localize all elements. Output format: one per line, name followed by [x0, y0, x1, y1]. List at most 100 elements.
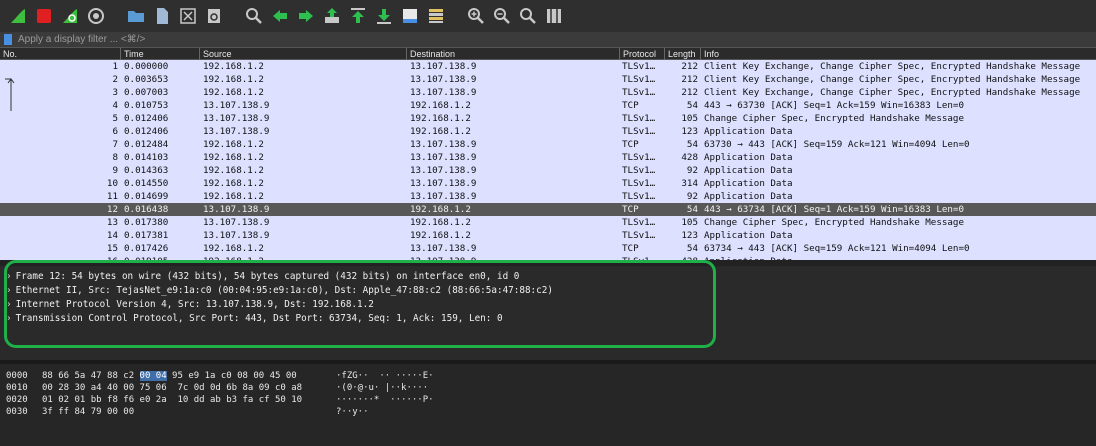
detail-tree-label: Frame 12: 54 bytes on wire (432 bits), 5…	[15, 271, 520, 282]
packet-destination: 13.107.138.9	[410, 152, 477, 163]
display-filter-input[interactable]	[18, 32, 1096, 47]
go-back-button[interactable]	[270, 6, 290, 26]
autoscroll-icon	[403, 9, 417, 23]
zoom-in-icon	[468, 8, 484, 24]
packet-row[interactable]: 4 0.010753 13.107.138.9 192.168.1.2 TCP 54 443…	[0, 99, 1096, 112]
packet-row[interactable]: 9 0.014363 192.168.1.2 13.107.138.9 TLSv1… 92…	[0, 164, 1096, 177]
packet-length: 54	[686, 204, 698, 215]
packet-length: 123	[681, 126, 698, 137]
packet-source: 192.168.1.2	[203, 165, 264, 176]
packet-source: 192.168.1.2	[203, 191, 264, 202]
packet-row[interactable]: 3 0.007003 192.168.1.2 13.107.138.9 TLSv1… 21…	[0, 86, 1096, 99]
packet-row[interactable]: 5 0.012406 13.107.138.9 192.168.1.2 TLSv1… 10…	[0, 112, 1096, 125]
packet-row[interactable]: 8 0.014103 192.168.1.2 13.107.138.9 TLSv1… 42…	[0, 151, 1096, 164]
packet-list: No. Time Source Destination Protocol Len…	[0, 48, 1096, 260]
zoom-normal-button[interactable]	[518, 6, 538, 26]
column-header-info[interactable]: Info	[700, 48, 719, 60]
packet-info: 63734 → 443 [ACK] Seq=159 Ack=121 Win=40…	[704, 243, 970, 254]
column-header-time[interactable]: Time	[120, 48, 144, 60]
packet-row[interactable]: 2 0.003653 192.168.1.2 13.107.138.9 TLSv1… 21…	[0, 73, 1096, 86]
last-packet-button[interactable]	[374, 6, 394, 26]
packet-row[interactable]: 1 0.000000 192.168.1.2 13.107.138.9 TLSv1… 21…	[0, 60, 1096, 73]
packet-info: Application Data	[704, 126, 793, 137]
packet-time: 0.016438	[124, 204, 169, 215]
packet-time: 0.017381	[124, 230, 169, 241]
hex-bytes: 00 28 30 a4 40 00 75 06 7c 0d 0d 6b 8a 0…	[42, 382, 302, 394]
packet-destination: 192.168.1.2	[410, 113, 471, 124]
related-packets-icon	[5, 78, 15, 111]
packet-source: 192.168.1.2	[203, 87, 264, 98]
file-icon	[157, 8, 168, 24]
packet-length: 428	[681, 152, 698, 163]
column-header-length[interactable]: Length	[664, 48, 696, 60]
stop-capture-button[interactable]	[34, 6, 54, 26]
detail-tree-item[interactable]: › Internet Protocol Version 4, Src: 13.10…	[6, 298, 374, 312]
zoom-in-button[interactable]	[466, 6, 486, 26]
detail-tree-item[interactable]: › Ethernet II, Src: TejasNet_e9:1a:c0 (00…	[6, 284, 553, 298]
column-header-source[interactable]: Source	[199, 48, 232, 60]
packet-time: 0.014103	[124, 152, 169, 163]
colorize-icon	[429, 9, 443, 23]
detail-tree-item[interactable]: › Transmission Control Protocol, Src Port…	[6, 312, 503, 326]
packet-row[interactable]: 10 0.014550 192.168.1.2 13.107.138.9 TLSv1… 3…	[0, 177, 1096, 190]
autoscroll-button[interactable]	[400, 6, 420, 26]
start-capture-button[interactable]	[8, 6, 28, 26]
packet-number: 5	[112, 113, 118, 124]
hex-bytes-text: 01 02 01 bb f8 f6 e0 2a 10 dd ab b3 fa c…	[42, 395, 303, 405]
expand-arrow-icon[interactable]: ›	[6, 285, 12, 296]
packet-number: 9	[112, 165, 118, 176]
packet-row[interactable]: 11 0.014699 192.168.1.2 13.107.138.9 TLSv1… 9…	[0, 190, 1096, 203]
hex-dump-row[interactable]: 0000 88 66 5a 47 88 c2 00 04 95 e9 1a c0 …	[6, 370, 506, 382]
reload-file-button[interactable]	[204, 6, 224, 26]
packet-row[interactable]: 7 0.012484 192.168.1.2 13.107.138.9 TCP 54 637…	[0, 138, 1096, 151]
packet-time: 0.012406	[124, 113, 169, 124]
wireshark-window: No. Time Source Destination Protocol Len…	[0, 0, 1096, 446]
stop-square-icon	[37, 9, 51, 23]
resize-columns-button[interactable]	[544, 6, 564, 26]
packet-number: 4	[112, 100, 118, 111]
save-file-button[interactable]	[152, 6, 172, 26]
detail-tree-item[interactable]: › Frame 12: 54 bytes on wire (432 bits), …	[6, 270, 519, 284]
colorize-button[interactable]	[426, 6, 446, 26]
first-packet-button[interactable]	[348, 6, 368, 26]
packet-row[interactable]: 6 0.012406 13.107.138.9 192.168.1.2 TLSv1… 12…	[0, 125, 1096, 138]
expand-arrow-icon[interactable]: ›	[6, 299, 12, 310]
zoom-out-button[interactable]	[492, 6, 512, 26]
packet-protocol: TLSv1…	[622, 74, 656, 85]
restart-capture-button[interactable]	[60, 6, 80, 26]
packet-destination: 13.107.138.9	[410, 191, 477, 202]
detail-tree-label: Internet Protocol Version 4, Src: 13.107…	[15, 299, 374, 310]
hex-dump-row[interactable]: 0030 3f ff 84 79 00 00 ?··y··	[6, 406, 506, 418]
column-header-destination[interactable]: Destination	[406, 48, 455, 60]
bookmark-icon[interactable]	[4, 34, 12, 45]
column-header-protocol[interactable]: Protocol	[619, 48, 656, 60]
close-file-button[interactable]	[178, 6, 198, 26]
packet-number: 10	[106, 178, 118, 189]
detail-tree-label: Transmission Control Protocol, Src Port:…	[15, 313, 503, 324]
expand-arrow-icon[interactable]: ›	[6, 271, 12, 282]
packet-protocol: TCP	[622, 139, 639, 150]
packet-info: Application Data	[704, 178, 793, 189]
open-file-button[interactable]	[126, 6, 146, 26]
packet-time: 0.017426	[124, 243, 169, 254]
go-to-packet-button[interactable]	[322, 6, 342, 26]
hex-bytes-text: 88 66 5a 47 88 c2	[42, 371, 140, 381]
packet-protocol: TCP	[622, 204, 639, 215]
find-packet-button[interactable]	[244, 6, 264, 26]
column-header-no[interactable]: No.	[0, 48, 17, 60]
packet-length: 54	[686, 139, 698, 150]
packet-destination: 192.168.1.2	[410, 126, 471, 137]
go-forward-button[interactable]	[296, 6, 316, 26]
packet-info: Application Data	[704, 230, 793, 241]
packet-row[interactable]: 12 0.016438 13.107.138.9 192.168.1.2 TCP 54 44…	[0, 203, 1096, 216]
packet-row[interactable]: 13 0.017380 13.107.138.9 192.168.1.2 TLSv1… 1…	[0, 216, 1096, 229]
packet-protocol: TLSv1…	[622, 61, 656, 72]
packet-row[interactable]: 14 0.017381 13.107.138.9 192.168.1.2 TLSv1… 1…	[0, 229, 1096, 242]
hex-dump-row[interactable]: 0020 01 02 01 bb f8 f6 e0 2a 10 dd ab b3 …	[6, 394, 506, 406]
packet-info: Application Data	[704, 191, 793, 202]
packet-destination: 13.107.138.9	[410, 243, 477, 254]
hex-dump-row[interactable]: 0010 00 28 30 a4 40 00 75 06 7c 0d 0d 6b …	[6, 382, 506, 394]
capture-options-button[interactable]	[86, 6, 106, 26]
expand-arrow-icon[interactable]: ›	[6, 313, 12, 324]
packet-row[interactable]: 15 0.017426 192.168.1.2 13.107.138.9 TCP 54 63…	[0, 242, 1096, 255]
